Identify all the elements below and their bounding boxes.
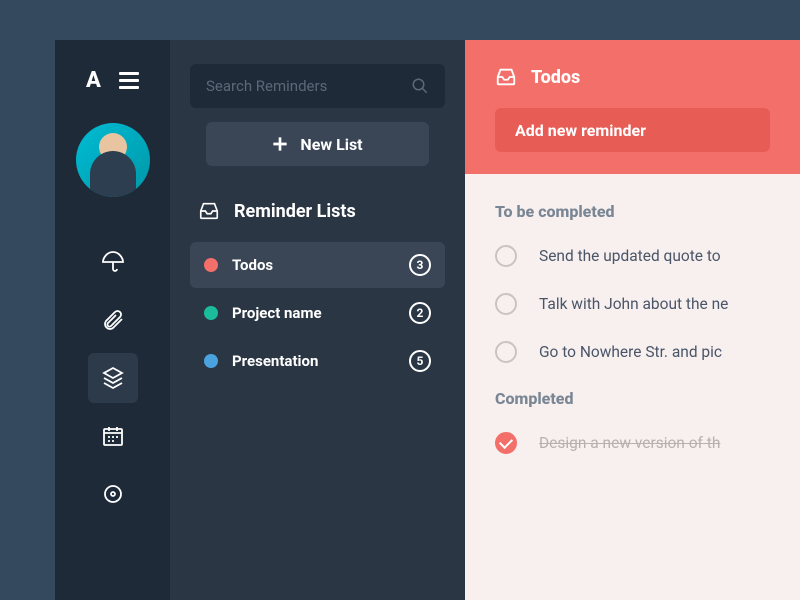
count-badge: 3 [409, 254, 431, 276]
app-logo: A [86, 68, 101, 93]
list-label: Project name [232, 304, 395, 322]
add-reminder-button[interactable]: Add new reminder [495, 108, 770, 152]
main-header: Todos Add new reminder [465, 40, 800, 174]
checkbox[interactable] [495, 245, 517, 267]
count-badge: 5 [409, 350, 431, 372]
search-field[interactable] [190, 64, 445, 108]
list-item-project-name[interactable]: Project name 2 [190, 290, 445, 336]
avatar[interactable] [76, 123, 150, 197]
list-item-todos[interactable]: Todos 3 [190, 242, 445, 288]
list-label: Presentation [232, 352, 395, 370]
nav-rail: A [55, 40, 170, 600]
inbox-icon [198, 200, 220, 222]
checkbox-checked[interactable] [495, 432, 517, 454]
main-title: Todos [531, 67, 580, 88]
task-text: Go to Nowhere Str. and pic [539, 343, 722, 361]
inbox-icon [495, 66, 517, 88]
color-dot [204, 306, 218, 320]
checkbox[interactable] [495, 341, 517, 363]
task-item[interactable]: Send the updated quote to [495, 245, 770, 267]
completed-header: Completed [495, 389, 770, 408]
layers-icon[interactable] [88, 353, 138, 403]
task-text: Send the updated quote to [539, 247, 721, 265]
list-label: Todos [232, 256, 395, 274]
new-list-button[interactable]: New List [206, 122, 429, 166]
pending-header: To be completed [495, 202, 770, 221]
task-item[interactable]: Talk with John about the ne [495, 293, 770, 315]
main-panel: Todos Add new reminder To be completed S… [465, 40, 800, 600]
new-list-label: New List [300, 135, 362, 154]
menu-icon[interactable] [119, 72, 139, 89]
task-item[interactable]: Go to Nowhere Str. and pic [495, 341, 770, 363]
checkbox[interactable] [495, 293, 517, 315]
list-item-presentation[interactable]: Presentation 5 [190, 338, 445, 384]
color-dot [204, 354, 218, 368]
umbrella-icon[interactable] [88, 237, 138, 287]
calendar-icon[interactable] [88, 411, 138, 461]
task-item[interactable]: Design a new version of th [495, 432, 770, 454]
color-dot [204, 258, 218, 272]
lists-panel: New List Reminder Lists Todos 3 Project na… [170, 40, 465, 600]
task-text: Design a new version of th [539, 434, 720, 452]
count-badge: 2 [409, 302, 431, 324]
search-icon [411, 77, 429, 95]
paperclip-icon[interactable] [88, 295, 138, 345]
lists-header: Reminder Lists [190, 200, 445, 222]
search-input[interactable] [206, 77, 411, 95]
plus-icon [272, 136, 288, 152]
task-text: Talk with John about the ne [539, 295, 728, 313]
location-icon[interactable] [88, 469, 138, 519]
